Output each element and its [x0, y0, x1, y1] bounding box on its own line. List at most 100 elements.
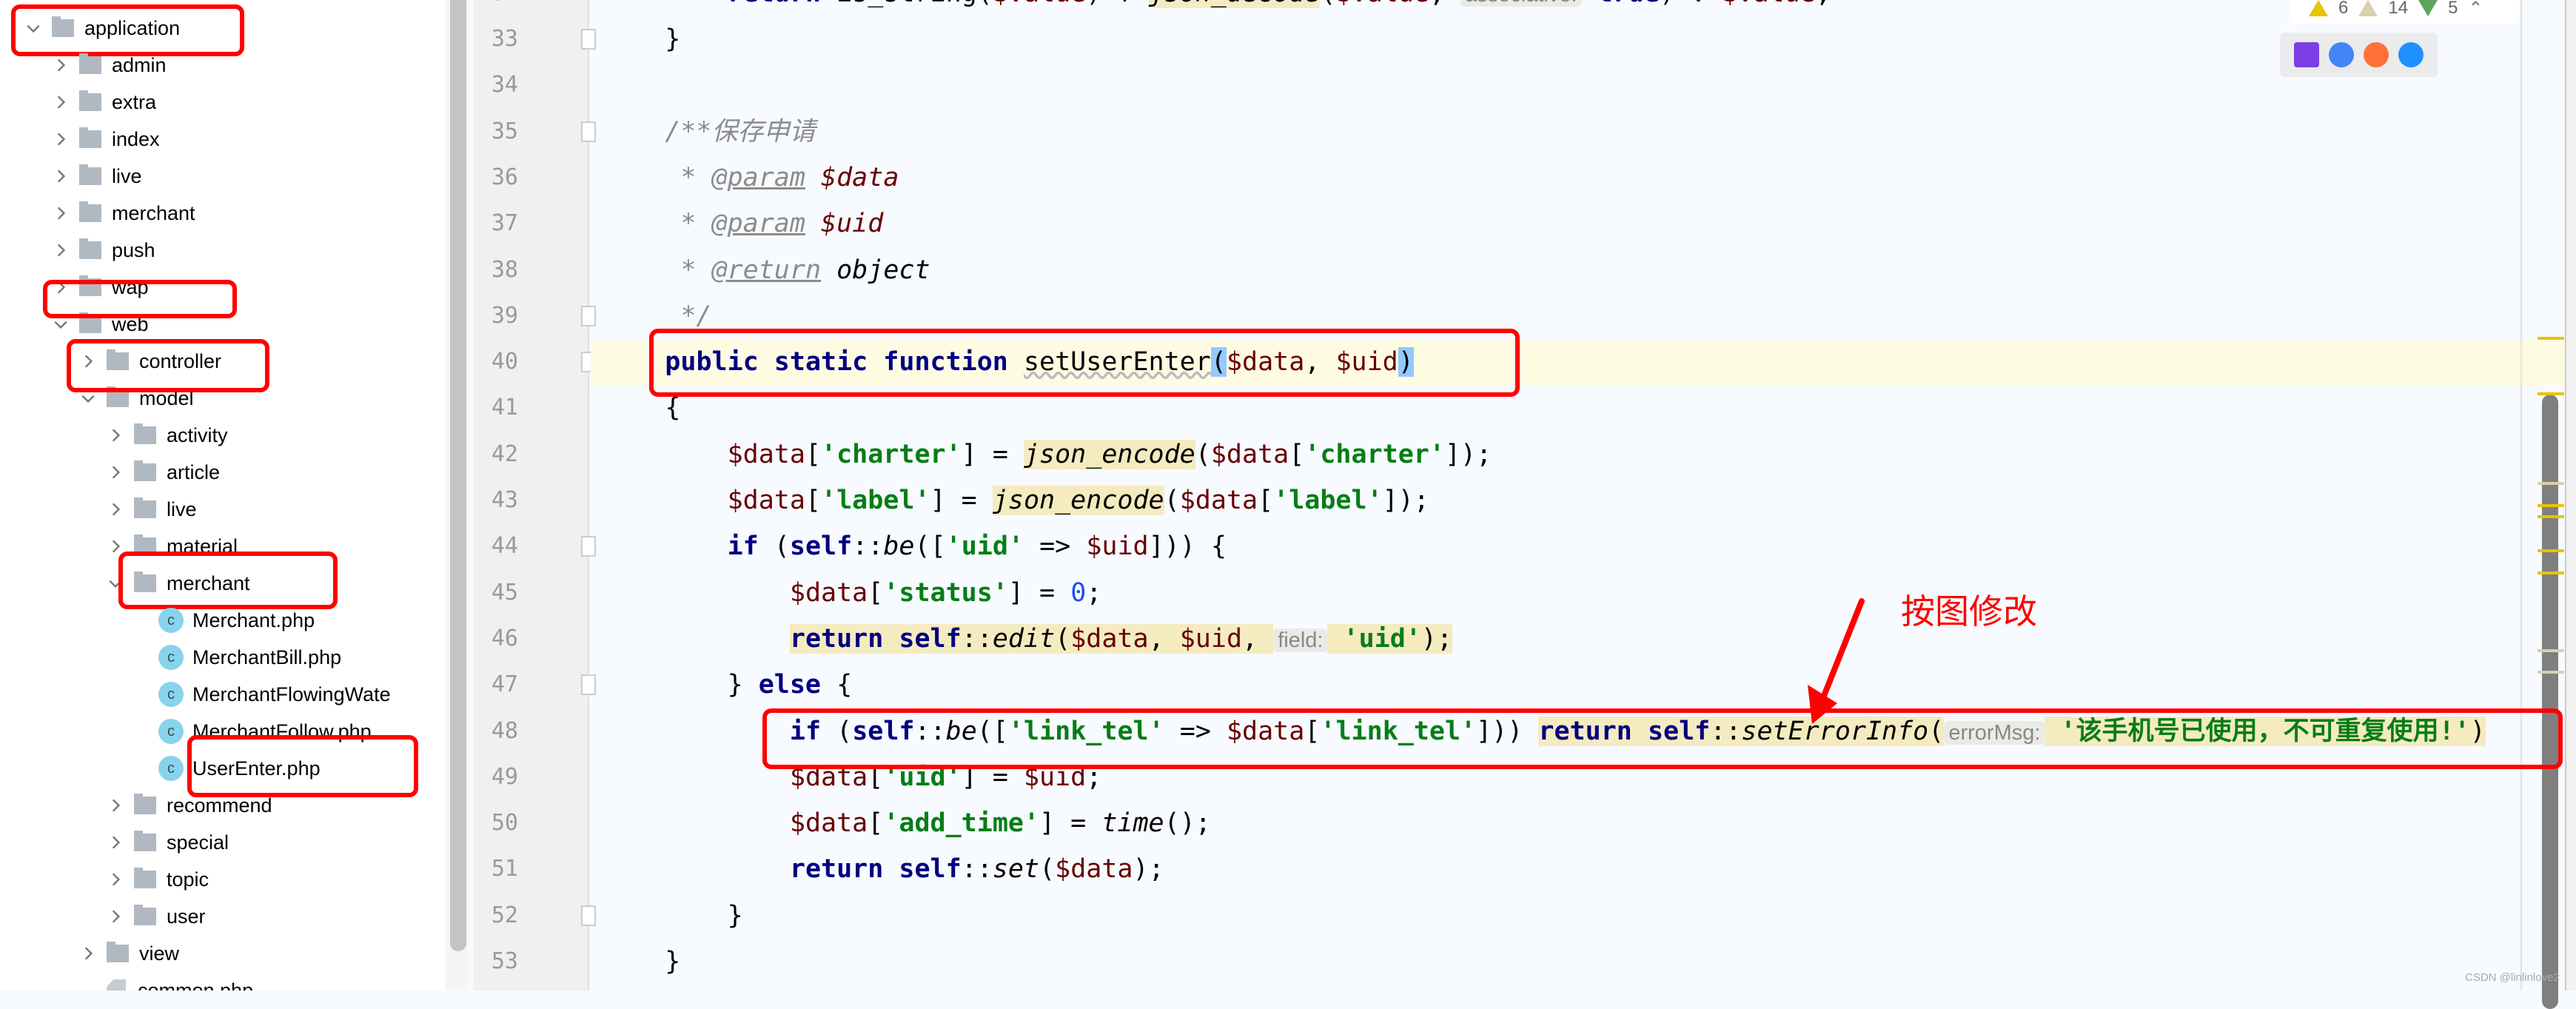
- firefox-icon[interactable]: [2364, 42, 2389, 67]
- typo-count: 5: [2448, 0, 2458, 18]
- code-token: (: [1320, 0, 1335, 8]
- chevron-right-icon[interactable]: [104, 498, 127, 520]
- line-number: 51: [491, 856, 518, 882]
- phpstorm-icon[interactable]: [2293, 42, 2319, 67]
- chevron-right-icon[interactable]: [104, 905, 127, 928]
- tree-item[interactable]: push: [50, 232, 155, 269]
- fold-marker-icon[interactable]: [581, 674, 596, 696]
- code-token: $data: [789, 808, 868, 839]
- stripe-mark[interactable]: [2538, 482, 2564, 485]
- code-token: return: [728, 0, 821, 8]
- line-number: 36: [491, 164, 518, 190]
- code-token: ;: [1816, 0, 1831, 8]
- tree-item[interactable]: recommend: [104, 787, 272, 824]
- tree-item[interactable]: article: [104, 454, 220, 491]
- code-line[interactable]: }: [603, 893, 2576, 939]
- code-line[interactable]: return is_string($value) ? json_decode($…: [603, 0, 2576, 16]
- code-line[interactable]: return self::edit($data, $uid, field: 'u…: [603, 616, 2576, 662]
- stripe-mark[interactable]: [2538, 337, 2564, 340]
- code-token: 'uid': [1343, 623, 1421, 654]
- chevron-right-icon[interactable]: [104, 868, 127, 891]
- chevron-right-icon[interactable]: [50, 165, 72, 187]
- code-token: json_encode: [1023, 439, 1195, 469]
- code-token: $data: [789, 577, 868, 608]
- code-line[interactable]: $data['charter'] = json_encode($data['ch…: [603, 432, 2576, 477]
- tree-item[interactable]: topic: [104, 861, 209, 898]
- chevron-right-icon[interactable]: [50, 239, 72, 261]
- code-line[interactable]: } else {: [603, 662, 2576, 708]
- inspection-widget[interactable]: 6 14 5 ⌃: [2290, 0, 2519, 24]
- fold-marker-icon[interactable]: [581, 905, 596, 926]
- code-line[interactable]: $data['status'] = 0;: [603, 570, 2576, 616]
- tree-item[interactable]: user: [104, 898, 206, 935]
- code-token: ::: [961, 623, 993, 654]
- code-token: ] =: [1039, 808, 1102, 839]
- stripe-mark[interactable]: [2538, 571, 2564, 574]
- code-line[interactable]: return self::set($data);: [603, 846, 2576, 892]
- stripe-mark[interactable]: [2538, 649, 2564, 652]
- fold-marker-icon[interactable]: [581, 29, 596, 50]
- stripe-mark[interactable]: [2538, 515, 2564, 518]
- code-token: *: [603, 209, 712, 239]
- stripe-mark[interactable]: [2538, 504, 2564, 507]
- line-number: 46: [491, 625, 518, 651]
- tree-item[interactable]: extra: [50, 84, 156, 121]
- tree-item[interactable]: admin: [50, 47, 167, 84]
- chevron-right-icon[interactable]: [104, 831, 127, 854]
- tree-item[interactable]: view: [77, 935, 179, 972]
- folder-icon: [134, 460, 156, 481]
- fold-marker-icon[interactable]: [581, 121, 596, 142]
- chevron-right-icon[interactable]: [50, 54, 72, 76]
- tree-item[interactable]: c Merchant.php: [132, 602, 315, 639]
- stripe-mark[interactable]: [2538, 392, 2564, 395]
- code-line[interactable]: $data['label'] = json_encode($data['labe…: [603, 477, 2576, 523]
- code-line[interactable]: if (self::be(['uid' => $uid])) {: [603, 523, 2576, 569]
- chevron-right-icon[interactable]: [77, 942, 99, 965]
- line-number: 48: [491, 717, 518, 744]
- tree-item[interactable]: common.php: [77, 972, 253, 990]
- code-line[interactable]: * @return object: [603, 247, 2576, 293]
- stripe-mark[interactable]: [2538, 671, 2564, 674]
- tree-item[interactable]: c MerchantBill.php: [132, 639, 341, 676]
- tree-item[interactable]: index: [50, 121, 160, 158]
- tree-item[interactable]: live: [104, 491, 197, 528]
- code-token: $data: [727, 439, 805, 469]
- code-token: }: [603, 670, 759, 700]
- fold-marker-icon[interactable]: [581, 305, 596, 326]
- code-line[interactable]: $data['add_time'] = time();: [603, 800, 2576, 846]
- sidebar-scrollbar-thumb[interactable]: [450, 0, 466, 951]
- weak-warning-icon: [2358, 0, 2378, 16]
- chevron-right-icon[interactable]: [104, 424, 127, 446]
- highlight-box-link-tel-check: [762, 708, 2563, 769]
- chevron-right-icon[interactable]: [50, 91, 72, 113]
- tree-item[interactable]: c MerchantFlowingWate: [132, 676, 391, 713]
- chevron-up-icon[interactable]: ⌃: [2468, 0, 2483, 19]
- tree-item[interactable]: merchant: [50, 195, 195, 232]
- chevron-right-icon[interactable]: [50, 202, 72, 224]
- folder-icon: [79, 127, 101, 148]
- tree-item[interactable]: live: [50, 158, 142, 195]
- tree-item[interactable]: special: [104, 824, 229, 861]
- tree-item[interactable]: activity: [104, 417, 228, 454]
- code-line[interactable]: * @param $data: [603, 155, 2576, 201]
- chevron-right-icon[interactable]: [50, 128, 72, 150]
- line-number: 33: [491, 26, 518, 52]
- chevron-right-icon[interactable]: [104, 794, 127, 817]
- code-token: ;: [1086, 577, 1102, 608]
- code-token: 'charter': [821, 439, 962, 469]
- safari-icon[interactable]: [2398, 42, 2424, 67]
- editor-scrollbar-thumb[interactable]: [2542, 395, 2558, 1009]
- chevron-right-icon[interactable]: [104, 461, 127, 483]
- code-line[interactable]: * @param $uid: [603, 201, 2576, 247]
- chrome-icon[interactable]: [2328, 42, 2354, 67]
- fold-marker-icon[interactable]: [581, 536, 596, 557]
- code-line[interactable]: }: [603, 939, 2576, 985]
- highlight-box-tree-item: [43, 280, 237, 318]
- code-line[interactable]: /**保存申请: [603, 109, 2576, 155]
- stripe-mark[interactable]: [2538, 549, 2564, 552]
